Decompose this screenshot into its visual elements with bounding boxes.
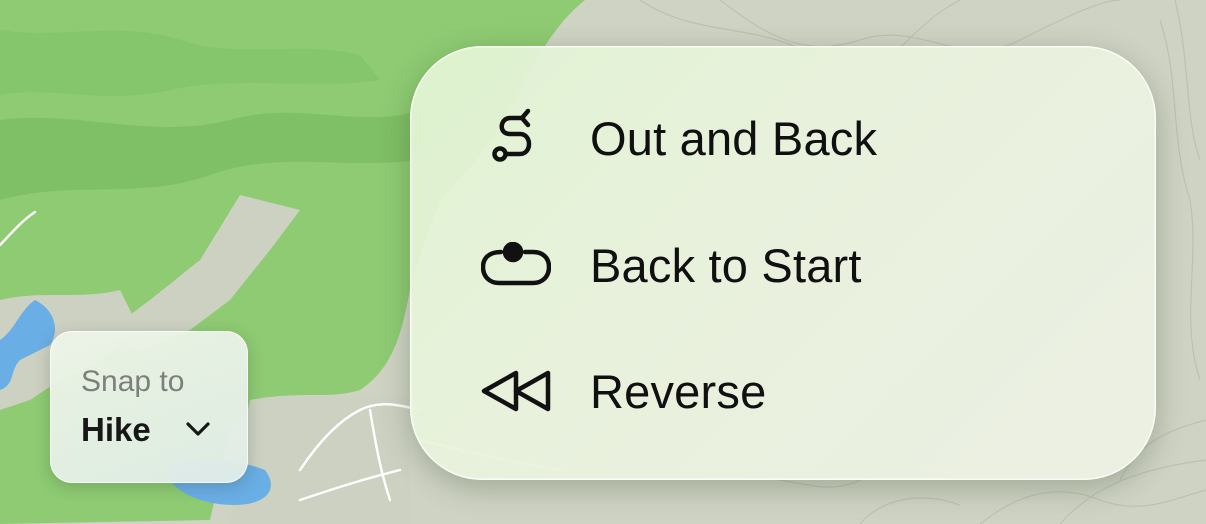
- menu-item-label: Back to Start: [590, 238, 862, 292]
- clearing: [230, 395, 410, 524]
- menu-item-out-and-back[interactable]: Out and Back: [410, 83, 1156, 193]
- snap-to-selector[interactable]: Snap to Hike: [50, 331, 248, 483]
- chevron-down-icon: [186, 422, 210, 436]
- snap-to-caption: Snap to: [81, 365, 185, 398]
- menu-item-label: Reverse: [590, 364, 767, 418]
- menu-item-reverse[interactable]: Reverse: [410, 336, 1156, 446]
- map-screen: Out and Back Back to Start Reverse Snap …: [0, 0, 1206, 524]
- out-and-back-route-icon: [476, 103, 556, 173]
- menu-item-label: Out and Back: [590, 111, 878, 165]
- rewind-icon: [476, 356, 556, 426]
- route-options-menu: Out and Back Back to Start Reverse: [410, 46, 1156, 480]
- snap-to-value: Hike: [81, 411, 151, 448]
- loop-route-icon: [476, 230, 556, 300]
- menu-item-back-to-start[interactable]: Back to Start: [410, 210, 1156, 320]
